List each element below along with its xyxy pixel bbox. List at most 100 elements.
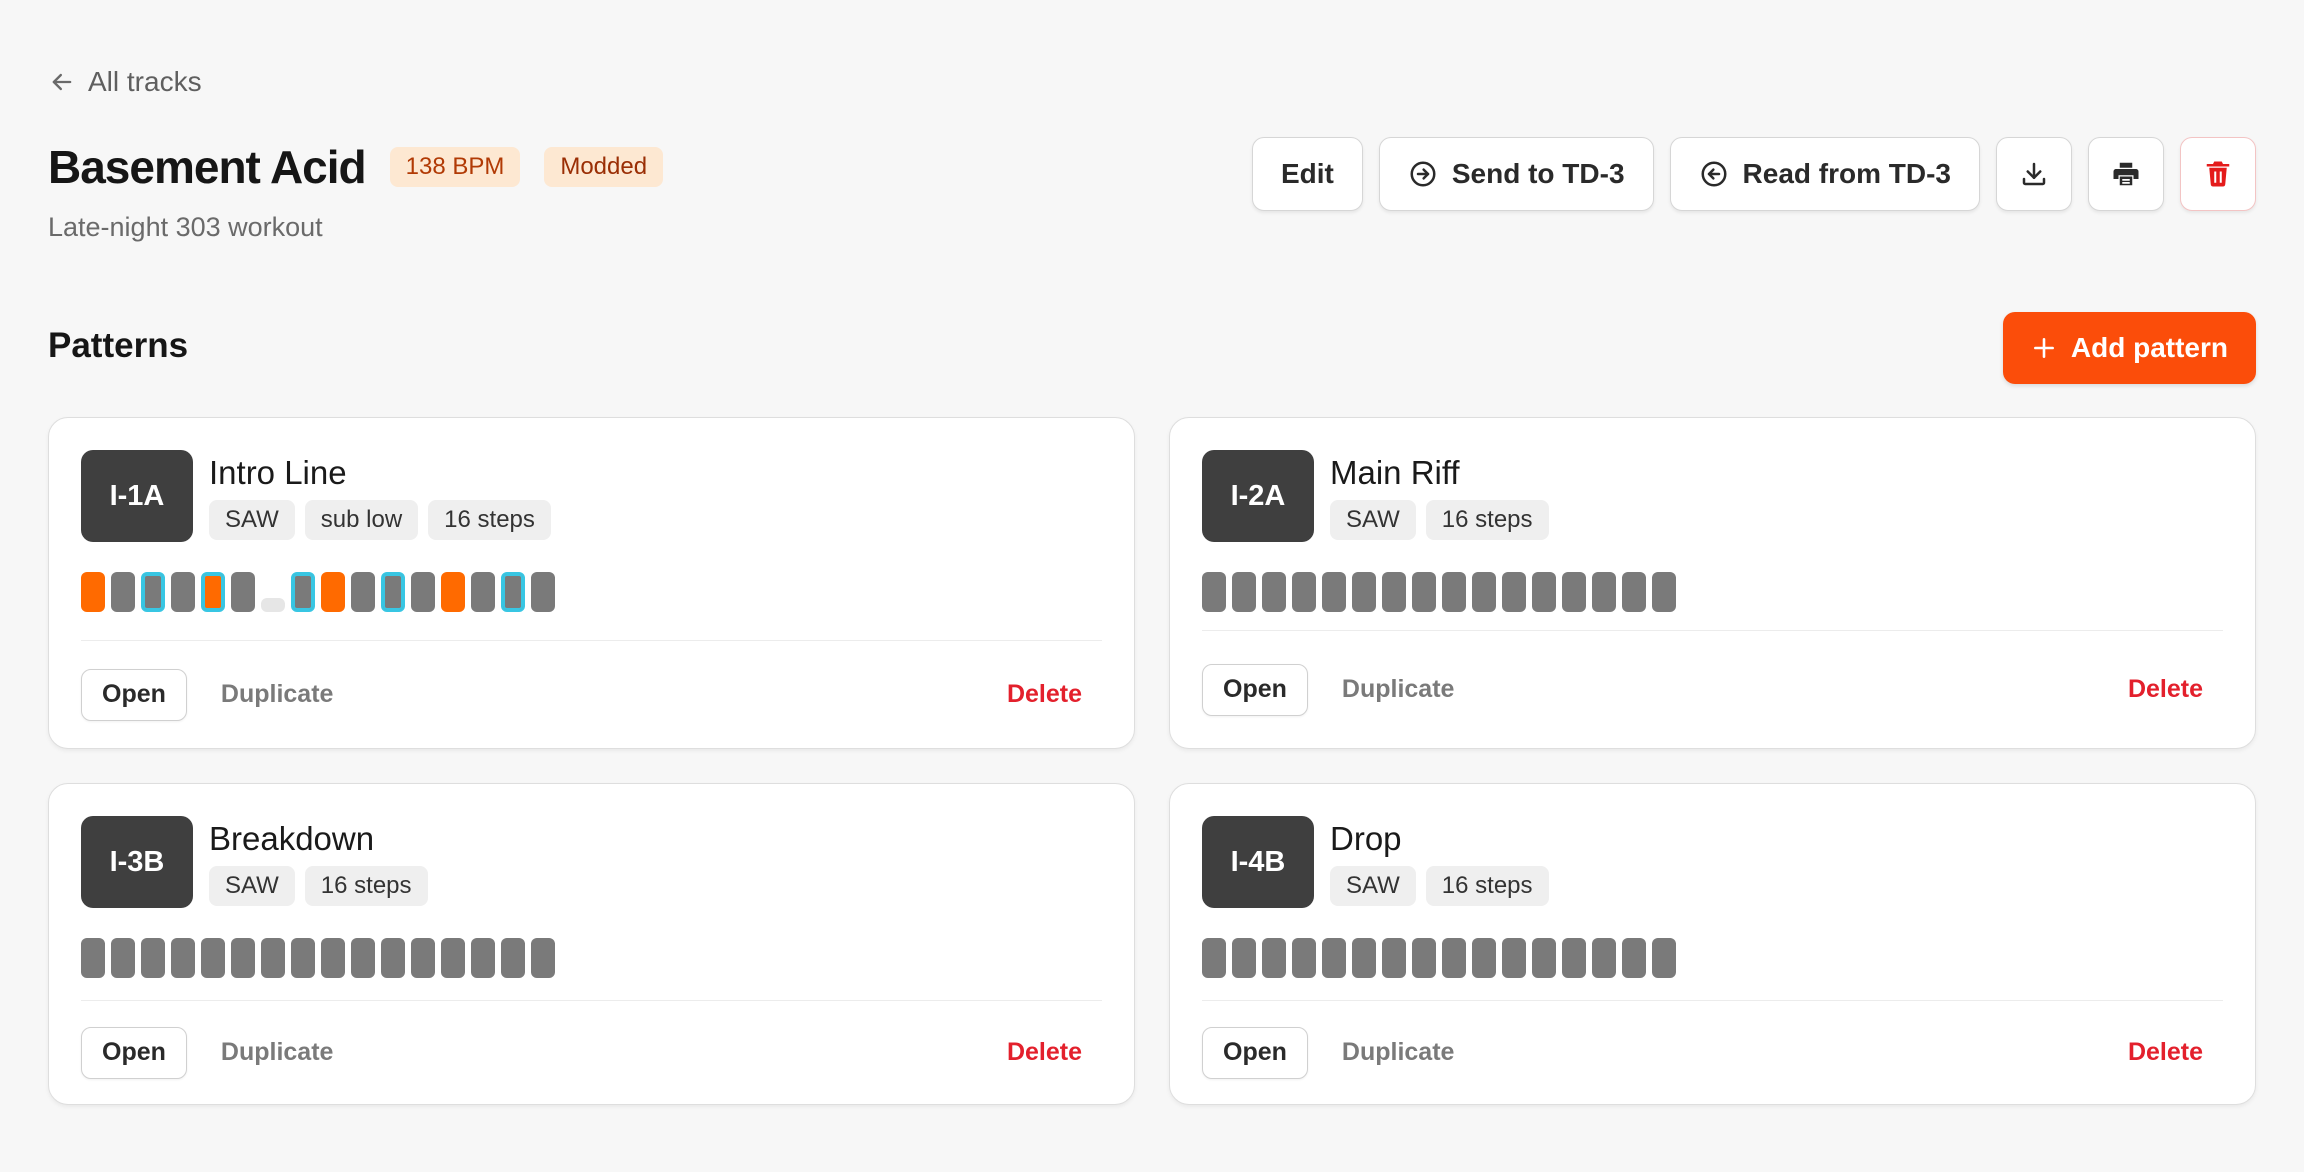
- download-button[interactable]: [1996, 137, 2072, 211]
- step-cell-note: [1322, 938, 1346, 978]
- read-button-label: Read from TD-3: [1742, 158, 1951, 189]
- step-cell-note: [261, 938, 285, 978]
- step-cell-note: [1502, 572, 1526, 612]
- duplicate-pattern-button[interactable]: Duplicate: [1342, 1038, 1455, 1067]
- step-cell-note: [381, 938, 405, 978]
- download-icon: [2022, 162, 2046, 186]
- pattern-tag: SAW: [1330, 866, 1416, 906]
- step-cell-note: [201, 938, 225, 978]
- step-preview: [1202, 928, 2223, 978]
- step-cell-slide: [141, 572, 165, 612]
- duplicate-pattern-button[interactable]: Duplicate: [1342, 675, 1455, 704]
- step-cell-note: [1232, 938, 1256, 978]
- step-cell-note: [111, 572, 135, 612]
- duplicate-pattern-button[interactable]: Duplicate: [221, 1038, 334, 1067]
- step-cell-note: [351, 572, 375, 612]
- step-preview: [81, 562, 1102, 612]
- open-pattern-button[interactable]: Open: [81, 1026, 187, 1079]
- step-cell-note: [1322, 572, 1346, 612]
- track-subtitle: Late-night 303 workout: [48, 212, 323, 242]
- status-badge: Modded: [544, 147, 664, 187]
- step-cell-note: [1622, 572, 1646, 612]
- duplicate-pattern-button[interactable]: Duplicate: [221, 680, 334, 709]
- step-cell-note: [1202, 572, 1226, 612]
- pattern-card: I-3B Breakdown SAW 16 steps Open Duplica…: [48, 783, 1135, 1105]
- track-header: Basement Acid 138 BPM Modded: [48, 140, 664, 194]
- print-button[interactable]: [2088, 137, 2164, 211]
- pattern-tag: 16 steps: [1425, 500, 1549, 540]
- open-pattern-button[interactable]: Open: [81, 668, 187, 721]
- delete-track-button[interactable]: [2180, 137, 2256, 211]
- step-cell-note: [111, 938, 135, 978]
- step-cell-slide: [291, 572, 315, 612]
- step-cell-note: [171, 572, 195, 612]
- pattern-card: I-1A Intro Line SAW sub low 16 steps Ope…: [48, 417, 1135, 749]
- edit-button-label: Edit: [1280, 158, 1334, 189]
- step-cell-slide: [381, 572, 405, 612]
- pattern-slot-badge: I-4B: [1202, 816, 1314, 908]
- step-cell-note: [1232, 572, 1256, 612]
- step-cell-note: [231, 938, 255, 978]
- step-cell-note: [141, 938, 165, 978]
- patterns-grid: I-1A Intro Line SAW sub low 16 steps Ope…: [48, 417, 2256, 1105]
- step-cell-note: [1562, 572, 1586, 612]
- pattern-name: Main Riff: [1330, 454, 1460, 491]
- delete-pattern-button[interactable]: Delete: [1007, 680, 1082, 709]
- step-cell-acc: [441, 572, 465, 612]
- step-cell-note: [1352, 938, 1376, 978]
- step-cell-acc-slide: [201, 572, 225, 612]
- step-cell-note: [1592, 938, 1616, 978]
- pattern-slot-badge: I-2A: [1202, 450, 1314, 542]
- step-cell-note: [411, 572, 435, 612]
- step-cell-note: [1382, 572, 1406, 612]
- arrow-circle-left-icon: [1701, 161, 1727, 187]
- pattern-slot-badge: I-3B: [81, 816, 193, 908]
- pattern-tag: SAW: [209, 500, 295, 540]
- back-link-all-tracks[interactable]: All tracks: [48, 66, 202, 98]
- step-cell-note: [531, 572, 555, 612]
- step-cell-note: [171, 938, 195, 978]
- patterns-section-title: Patterns: [48, 326, 189, 365]
- open-pattern-button[interactable]: Open: [1202, 1026, 1308, 1079]
- step-cell-note: [441, 938, 465, 978]
- pattern-name: Intro Line: [209, 454, 347, 491]
- pattern-tag: SAW: [209, 866, 295, 906]
- step-cell-note: [351, 938, 375, 978]
- edit-button[interactable]: Edit: [1251, 137, 1363, 211]
- pattern-tag: 16 steps: [304, 866, 428, 906]
- pattern-slot-badge: I-1A: [81, 450, 193, 542]
- delete-pattern-button[interactable]: Delete: [1007, 1038, 1082, 1067]
- step-cell-note: [1262, 938, 1286, 978]
- step-cell-note: [1442, 572, 1466, 612]
- delete-pattern-button[interactable]: Delete: [2128, 675, 2203, 704]
- delete-pattern-button[interactable]: Delete: [2128, 1038, 2203, 1067]
- pattern-name: Breakdown: [209, 820, 375, 857]
- step-cell-note: [321, 938, 345, 978]
- step-cell-note: [291, 938, 315, 978]
- step-cell-rest: [261, 598, 285, 612]
- step-cell-note: [1652, 572, 1676, 612]
- add-pattern-label: Add pattern: [2070, 332, 2228, 363]
- step-cell-note: [1262, 572, 1286, 612]
- step-cell-note: [1652, 938, 1676, 978]
- step-cell-note: [1472, 572, 1496, 612]
- pattern-tag: 16 steps: [428, 500, 551, 540]
- step-cell-note: [81, 938, 105, 978]
- step-cell-note: [1202, 938, 1226, 978]
- step-cell-note: [471, 938, 495, 978]
- add-pattern-button[interactable]: Add pattern: [2002, 312, 2256, 384]
- step-cell-note: [411, 938, 435, 978]
- step-preview: [1202, 562, 2223, 612]
- step-cell-note: [1502, 938, 1526, 978]
- arrow-circle-right-icon: [1410, 161, 1436, 187]
- step-cell-note: [1592, 572, 1616, 612]
- step-cell-note: [1472, 938, 1496, 978]
- send-to-td3-button[interactable]: Send to TD-3: [1378, 137, 1654, 211]
- step-cell-acc: [81, 572, 105, 612]
- open-pattern-button[interactable]: Open: [1202, 663, 1308, 716]
- step-cell-note: [1442, 938, 1466, 978]
- plus-icon: [2033, 338, 2054, 358]
- step-cell-note: [1562, 938, 1586, 978]
- read-from-td3-button[interactable]: Read from TD-3: [1669, 137, 1980, 211]
- pattern-name: Drop: [1330, 820, 1402, 857]
